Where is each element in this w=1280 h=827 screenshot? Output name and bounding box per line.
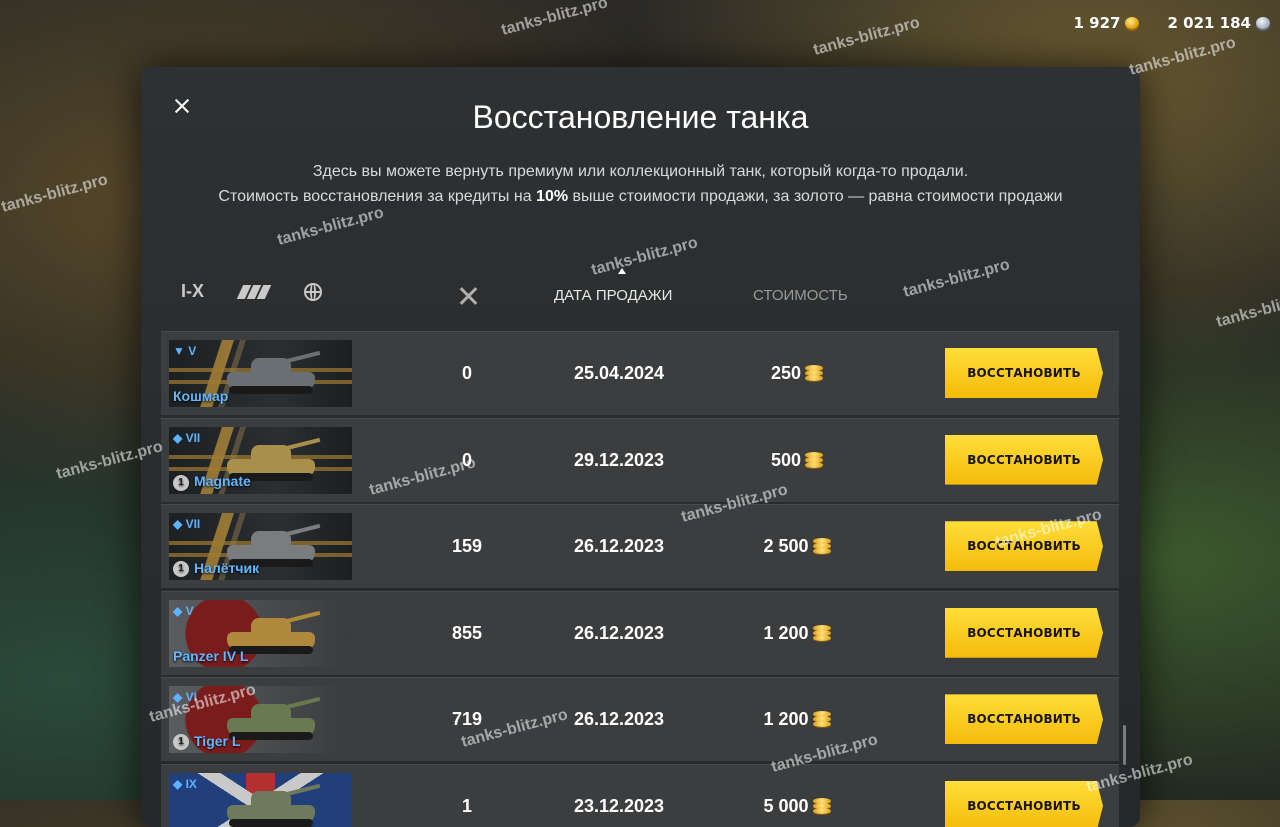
tank-name: 1 Magnate [173, 473, 251, 491]
gold-amount: 1 927 [1073, 14, 1121, 32]
gold-coin-icon [1125, 17, 1140, 29]
gold-coin-icon [805, 365, 824, 382]
battles-count: 719 [451, 709, 483, 730]
tank-card[interactable]: ▼ V Кошмар [169, 340, 352, 407]
cost-value: 1 200 [763, 622, 809, 643]
restore-cost: 1 200 [727, 678, 867, 761]
tank-image [227, 350, 321, 394]
gold-coin-icon [805, 451, 824, 469]
gold-balance[interactable]: 1 927 [1074, 14, 1140, 32]
sort-up-icon [618, 268, 626, 274]
table-row: ◆ VII 1 Налётчик 159 26.12.2023 2 500 ВОС… [161, 504, 1119, 589]
restore-cost: 250 [727, 332, 867, 415]
restore-cost: 2 500 [727, 505, 867, 588]
battles-count: 159 [451, 536, 483, 557]
column-header-cost[interactable]: СТОИМОСТЬ [753, 287, 848, 304]
tank-image [227, 783, 321, 827]
mastery-badge-icon: 1 [173, 734, 189, 751]
battles-count: 0 [461, 449, 472, 470]
restore-button[interactable]: ВОССТАНОВИТЬ [945, 521, 1103, 572]
tank-card[interactable]: ◆ V Panzer IV L [169, 599, 352, 667]
restore-button[interactable]: ВОССТАНОВИТЬ [945, 434, 1103, 485]
restore-button[interactable]: ВОССТАНОВИТЬ [945, 607, 1103, 658]
restore-cost: 500 [727, 419, 867, 502]
credits-amount: 2 021 184 [1167, 14, 1251, 32]
watermark-text: tanks-blitz.pro [811, 14, 922, 59]
tank-tier: ◆ V [173, 603, 194, 618]
gold-coin-icon [812, 624, 831, 642]
mastery-badge-icon: 1 [173, 474, 189, 491]
description-percent: 10% [536, 188, 569, 205]
cost-value: 500 [770, 449, 802, 470]
tank-tier: ◆ VII [173, 517, 201, 532]
tank-list: ▼ V Кошмар 0 25.04.2024 250 ВОССТАНОВИТЬ… [161, 331, 1119, 827]
sale-date: 26.12.2023 [573, 709, 665, 730]
restore-button[interactable]: ВОССТАНОВИТЬ [945, 694, 1103, 745]
watermark-text: tanks-blitz.pro [499, 0, 610, 39]
gold-coin-icon [812, 711, 831, 728]
table-row: ◆ VI 1 Tiger L 719 26.12.2023 1 200 ВОССТ… [161, 677, 1119, 762]
table-row: ◆ IX 1 23.12.2023 5 000 ВОССТАНОВИТЬ [161, 763, 1119, 827]
dialog-title: Восстановление танка [472, 99, 809, 135]
description-line-1: Здесь вы можете вернуть премиум или колл… [312, 163, 969, 180]
restore-tank-dialog: Восстановление танка Здесь вы можете вер… [141, 67, 1140, 827]
dialog-description: Здесь вы можете вернуть премиум или колл… [201, 159, 1080, 209]
restore-cost: 5 000 [727, 765, 867, 827]
tank-card[interactable]: ◆ VII 1 Налётчик [169, 513, 352, 581]
tank-image [227, 696, 321, 741]
tank-name-text: Magnate [194, 473, 251, 490]
silver-coin-icon [1256, 17, 1270, 29]
sale-date: 29.12.2023 [573, 449, 665, 470]
globe-icon[interactable] [304, 282, 323, 301]
sale-date: 25.04.2024 [573, 363, 665, 383]
nation-filter-icon[interactable] [236, 284, 272, 299]
description-line-2a: Стоимость восстановления за кредиты на [218, 188, 537, 205]
credits-balance[interactable]: 2 021 184 [1167, 14, 1270, 32]
tank-name: Panzer IV L [173, 648, 248, 664]
tank-tier: ◆ VI [173, 690, 197, 705]
table-row: ▼ V Кошмар 0 25.04.2024 250 ВОССТАНОВИТЬ [161, 331, 1119, 415]
cost-value: 2 500 [763, 536, 809, 557]
table-row: ◆ VII 1 Magnate 0 29.12.2023 500 ВОССТАНО… [161, 417, 1119, 502]
watermark-text: tanks-blitz.pro [1127, 34, 1238, 79]
tank-tier: ◆ IX [173, 776, 197, 791]
scrollbar[interactable] [1123, 725, 1126, 765]
restore-button[interactable]: ВОССТАНОВИТЬ [945, 780, 1103, 827]
sale-date: 23.12.2023 [573, 795, 665, 816]
column-header-date[interactable]: ДАТА ПРОДАЖИ [554, 287, 672, 304]
sale-date: 26.12.2023 [573, 622, 665, 643]
description-line-2b: выше стоимости продажи, за золото — равн… [568, 188, 1063, 205]
watermark-text: tanks-blitz.pro [0, 171, 110, 216]
gold-coin-icon [812, 538, 831, 555]
tank-name: 1 Tiger L [173, 733, 241, 751]
restore-button[interactable]: ВОССТАНОВИТЬ [945, 348, 1103, 398]
battles-count: 1 [461, 795, 472, 816]
sale-date: 26.12.2023 [573, 536, 665, 557]
cost-value: 250 [770, 363, 802, 383]
table-row: ◆ V Panzer IV L 855 26.12.2023 1 200 ВОС… [161, 590, 1119, 675]
tank-tier: ◆ VII [173, 430, 201, 445]
tank-card[interactable]: ◆ VII 1 Magnate [169, 426, 352, 494]
tank-name-text: Tiger L [194, 733, 241, 750]
tank-tier: ▼ V [173, 344, 197, 358]
filter-bar: I-X [181, 281, 323, 302]
tier-filter[interactable]: I-X [181, 281, 204, 302]
tank-name-text: Кошмар [173, 388, 229, 404]
tank-name: 1 Налётчик [173, 559, 260, 578]
tank-name-text: Panzer IV L [173, 647, 249, 664]
cost-value: 1 200 [763, 709, 809, 730]
battles-count: 0 [461, 363, 472, 383]
crossed-swords-icon[interactable] [457, 285, 479, 307]
battles-count: 855 [451, 622, 483, 643]
tank-name-text: Налётчик [194, 559, 260, 576]
restore-cost: 1 200 [727, 592, 867, 675]
tank-name: Кошмар [173, 388, 228, 404]
currency-bar: 1 927 2 021 184 [1074, 14, 1270, 32]
tank-card[interactable]: ◆ VI 1 Tiger L [169, 686, 352, 754]
cost-value: 5 000 [763, 795, 809, 816]
gold-coin-icon [812, 797, 831, 815]
watermark-text: tanks-blitz.pro [1214, 286, 1280, 331]
mastery-badge-icon: 1 [173, 561, 189, 578]
